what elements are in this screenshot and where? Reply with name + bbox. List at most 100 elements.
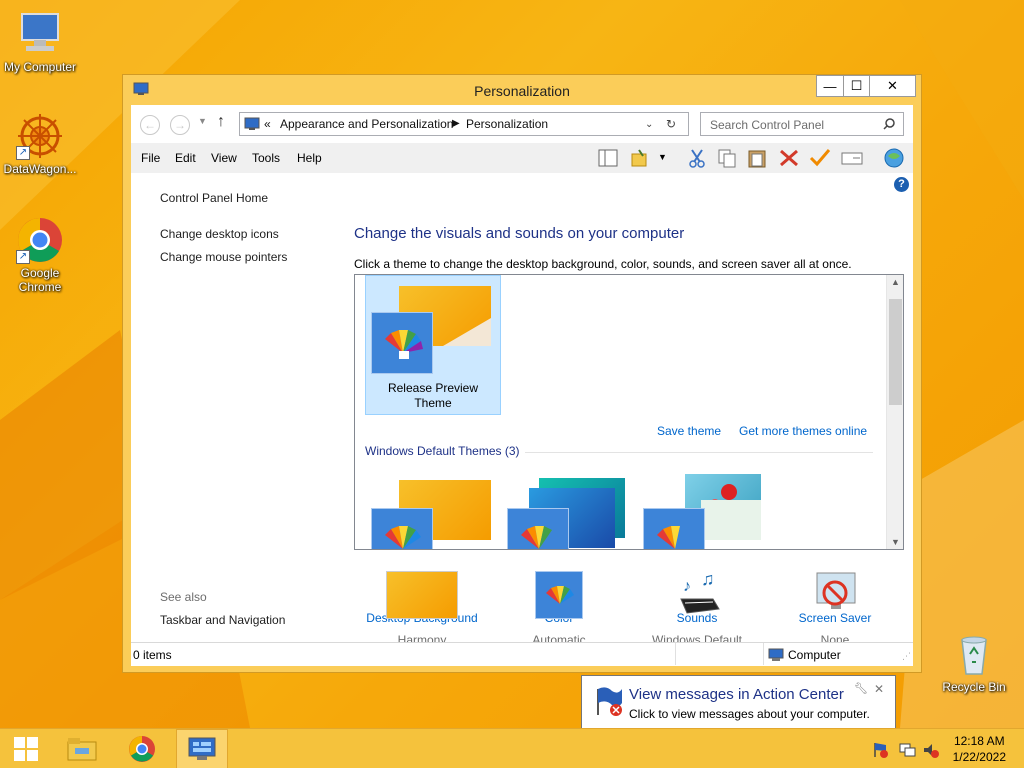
globe-icon[interactable] xyxy=(883,148,905,168)
start-button[interactable] xyxy=(0,729,52,768)
theme-name-line2: Theme xyxy=(414,396,452,410)
taskbar: 12:18 AM 1/22/2022 xyxy=(0,728,1024,768)
control-panel-icon xyxy=(244,117,260,130)
breadcrumb-appearance[interactable]: Appearance and Personalization xyxy=(280,117,453,131)
action-center-tray-icon[interactable] xyxy=(872,741,890,759)
menu-file[interactable]: File xyxy=(141,151,160,165)
scroll-down-icon[interactable]: ▼ xyxy=(891,537,900,547)
search-placeholder: Search Control Panel xyxy=(710,118,825,132)
forward-arrow-icon: → xyxy=(174,118,186,132)
color-fan-icon xyxy=(371,508,433,549)
network-tray-icon[interactable] xyxy=(898,741,916,759)
control-panel-home-link[interactable]: Control Panel Home xyxy=(160,191,268,205)
theme-list-scrollbar[interactable]: ▲ ▼ xyxy=(886,275,903,549)
recent-pages-chevron-icon[interactable]: ▼ xyxy=(198,116,207,126)
close-button[interactable]: ✕ xyxy=(869,75,916,97)
help-icon[interactable]: ? xyxy=(894,177,909,192)
maximize-button[interactable]: ☐ xyxy=(843,75,870,97)
svg-text:♫: ♫ xyxy=(701,569,715,589)
scroll-up-icon[interactable]: ▲ xyxy=(891,277,900,287)
theme-release-preview[interactable]: Release Preview Theme xyxy=(365,275,501,415)
forward-button[interactable]: → xyxy=(170,115,190,135)
system-clock[interactable]: 12:18 AM 1/22/2022 xyxy=(953,733,1006,765)
search-icon[interactable] xyxy=(883,118,895,130)
paste-icon[interactable] xyxy=(746,148,768,168)
desktop-icon-my-computer[interactable]: My Computer xyxy=(0,10,80,74)
shortcut-arrow-icon: ↗ xyxy=(16,250,30,264)
status-bar: 0 items Computer ⋰ xyxy=(131,642,913,666)
address-overflow[interactable]: « xyxy=(264,117,271,131)
recycle-bin-icon xyxy=(950,630,998,678)
clock-time: 12:18 AM xyxy=(953,734,1005,748)
save-theme-link[interactable]: Save theme xyxy=(657,424,721,438)
layout-pane-icon[interactable] xyxy=(597,148,619,168)
search-input[interactable]: Search Control Panel xyxy=(700,112,904,136)
resize-grip-icon[interactable]: ⋰ xyxy=(902,651,911,662)
properties-check-icon[interactable] xyxy=(809,148,831,168)
up-button[interactable]: ↑ xyxy=(217,113,225,131)
scrollbar-thumb[interactable] xyxy=(889,299,902,405)
taskbar-file-explorer[interactable] xyxy=(56,729,108,768)
address-dropdown-icon[interactable]: ⌄ xyxy=(645,119,653,130)
close-icon: ✕ xyxy=(887,78,898,93)
views-dropdown-icon[interactable]: ▼ xyxy=(658,152,667,162)
cut-icon[interactable] xyxy=(686,148,708,168)
chrome-icon: ↗ xyxy=(16,216,64,264)
notification-title: View messages in Action Center xyxy=(629,686,844,703)
window-titlebar[interactable]: Personalization — ☐ ✕ xyxy=(123,75,921,105)
desktop-icon-label: Google Chrome xyxy=(18,266,62,294)
notification-settings-icon[interactable]: 🔧︎ xyxy=(854,682,868,695)
desktop-icon-datawagon[interactable]: ↗ DataWagon... xyxy=(0,112,80,176)
file-explorer-icon xyxy=(67,738,97,761)
color-fan-icon xyxy=(643,508,705,549)
menu-edit[interactable]: Edit xyxy=(175,151,196,165)
item-count: 0 items xyxy=(133,648,172,662)
change-desktop-icons-link[interactable]: Change desktop icons xyxy=(160,227,279,241)
desktop-icon-label: DataWagon... xyxy=(3,162,77,176)
color-fan-icon xyxy=(535,571,583,619)
action-center-notification[interactable]: View messages in Action Center Click to … xyxy=(581,675,896,730)
desktop-icon-google-chrome[interactable]: ↗ Google Chrome xyxy=(0,216,80,294)
minimize-button[interactable]: — xyxy=(816,75,844,97)
theme-name-line1: Release Preview xyxy=(387,381,479,395)
taskbar-control-panel[interactable] xyxy=(176,729,228,768)
default-themes-group-label: Windows Default Themes (3) xyxy=(365,444,520,458)
taskbar-and-navigation-link[interactable]: Taskbar and Navigation xyxy=(160,613,285,627)
status-location: Computer xyxy=(788,648,841,662)
refresh-icon[interactable]: ↻ xyxy=(666,117,676,131)
volume-muted-tray-icon[interactable] xyxy=(922,741,940,759)
back-button[interactable]: ← xyxy=(140,115,160,135)
desktop-icon-recycle-bin[interactable]: Recycle Bin xyxy=(934,630,1014,694)
folder-options-icon[interactable] xyxy=(629,148,651,168)
window-client: ← → ▼ ↑ « Appearance and Personalization… xyxy=(131,105,913,666)
control-panel-icon xyxy=(188,737,216,760)
copy-icon[interactable] xyxy=(716,148,738,168)
notification-close-icon[interactable]: ✕ xyxy=(874,682,884,696)
menu-tools[interactable]: Tools xyxy=(252,151,280,165)
desktop-icon-label: My Computer xyxy=(3,60,77,74)
get-more-themes-link[interactable]: Get more themes online xyxy=(739,424,867,438)
taskbar-chrome[interactable] xyxy=(116,729,168,768)
address-bar[interactable]: « Appearance and Personalization ▶ Perso… xyxy=(239,112,689,136)
menu-view[interactable]: View xyxy=(211,151,237,165)
delete-icon[interactable] xyxy=(778,148,800,168)
computer-icon xyxy=(768,648,784,661)
breadcrumb-personalization[interactable]: Personalization xyxy=(466,117,548,131)
theme-windows[interactable] xyxy=(369,480,493,549)
notification-body: Click to view messages about your comput… xyxy=(629,707,870,721)
color-fan-icon xyxy=(507,508,569,549)
menu-bar: File Edit View Tools Help ▼ xyxy=(131,143,913,173)
breadcrumb-separator-icon[interactable]: ▶ xyxy=(452,118,460,129)
theme-lines-and-colors[interactable] xyxy=(505,472,629,549)
change-mouse-pointers-link[interactable]: Change mouse pointers xyxy=(160,250,287,264)
menu-help[interactable]: Help xyxy=(297,151,322,165)
theme-flowers[interactable] xyxy=(641,472,765,549)
desktop-background-thumbnail xyxy=(386,571,458,619)
theme-background-thumbnail-2 xyxy=(701,500,761,540)
window-title: Personalization xyxy=(474,83,570,99)
page-subtext: Click a theme to change the desktop back… xyxy=(354,257,852,271)
details-pane-icon[interactable] xyxy=(841,148,863,168)
maximize-icon: ☐ xyxy=(850,78,863,93)
back-arrow-icon: ← xyxy=(144,118,156,132)
chrome-icon xyxy=(129,736,155,762)
